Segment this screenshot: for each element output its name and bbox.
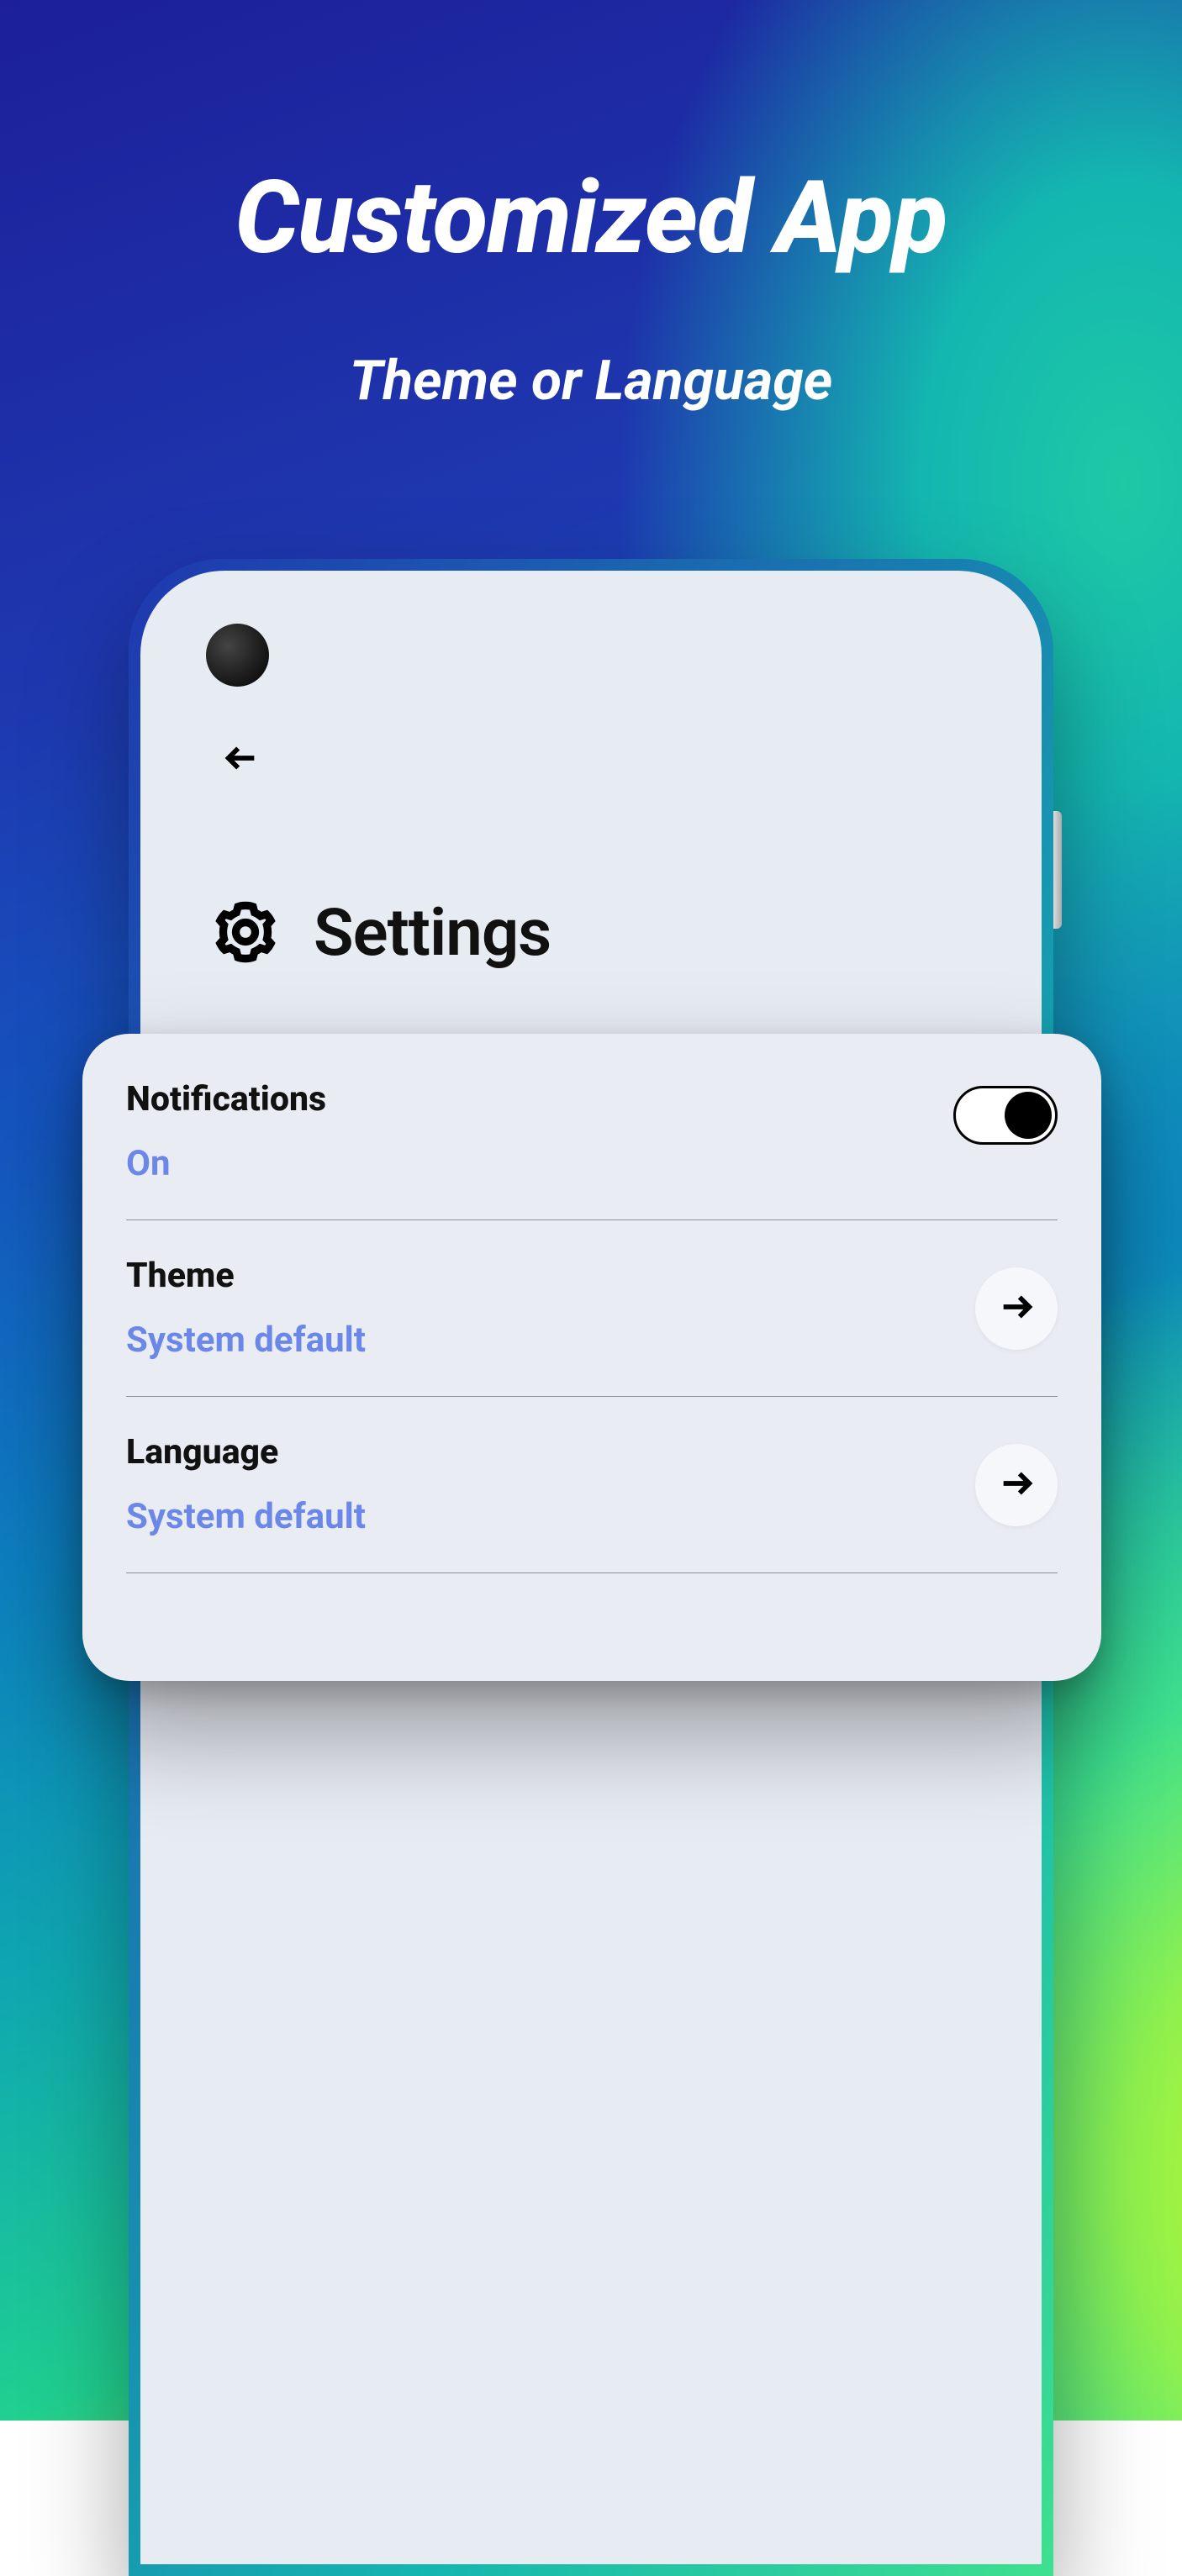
language-open-button[interactable] [975, 1444, 1058, 1526]
toggle-knob [1005, 1092, 1052, 1139]
promo-headline: Customized App [0, 160, 1182, 277]
page-title: Settings [314, 895, 551, 972]
back-button[interactable] [220, 739, 262, 781]
theme-open-button[interactable] [975, 1267, 1058, 1350]
arrow-right-icon [997, 1288, 1036, 1330]
setting-row-theme[interactable]: Theme System default [126, 1220, 1058, 1397]
setting-label: Language [126, 1432, 1058, 1472]
setting-label: Theme [126, 1256, 1058, 1296]
arrow-left-icon [222, 739, 261, 781]
notifications-toggle[interactable] [953, 1086, 1058, 1145]
promo-subhead: Theme or Language [0, 349, 1182, 414]
setting-row-notifications[interactable]: Notifications On [126, 1034, 1058, 1220]
setting-value: System default [126, 1496, 1058, 1537]
setting-label: Notifications [126, 1079, 1058, 1119]
arrow-right-icon [997, 1464, 1036, 1506]
phone-side-button [1053, 811, 1062, 929]
settings-card: Notifications On Theme System default La… [82, 1034, 1101, 1681]
setting-value: System default [126, 1320, 1058, 1361]
settings-header: Settings [209, 895, 551, 972]
phone-camera-hole [206, 624, 269, 687]
setting-value: On [126, 1143, 1058, 1184]
setting-row-language[interactable]: Language System default [126, 1397, 1058, 1573]
gear-icon [209, 896, 282, 972]
